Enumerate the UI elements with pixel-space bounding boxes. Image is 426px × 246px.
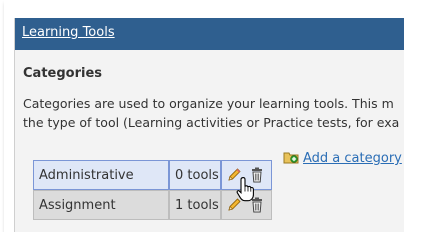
section-description: Categories are used to organize your lea…: [23, 94, 407, 132]
add-category-icon: [283, 149, 299, 168]
trash-icon[interactable]: [250, 167, 264, 183]
screenshot-frame: Learning Tools Categories Categories are…: [4, 0, 407, 234]
torn-edge-bottom: [0, 232, 426, 246]
pencil-icon[interactable]: [226, 167, 242, 183]
learning-tools-panel: Learning Tools Categories Categories are…: [14, 18, 407, 234]
categories-table: Administrative 0 tools Assignment 1 tool…: [33, 160, 272, 220]
category-actions: [221, 190, 272, 220]
category-name: Assignment: [33, 190, 169, 220]
description-line-1: Categories are used to organize your lea…: [23, 96, 394, 111]
torn-edge-right: [404, 0, 426, 246]
trash-icon[interactable]: [250, 197, 264, 213]
category-name: Administrative: [33, 160, 169, 190]
add-category-button[interactable]: Add a category: [283, 149, 402, 168]
description-line-2: the type of tool (Learning activities or…: [23, 115, 400, 130]
section-title: Categories: [23, 66, 103, 81]
learning-tools-link[interactable]: Learning Tools: [22, 25, 115, 40]
panel-header: Learning Tools: [15, 18, 407, 50]
add-category-label[interactable]: Add a category: [303, 151, 402, 166]
category-tool-count: 0 tools: [169, 160, 221, 190]
pencil-icon[interactable]: [226, 197, 242, 213]
table-row[interactable]: Administrative 0 tools: [33, 160, 272, 190]
category-tool-count: 1 tools: [169, 190, 221, 220]
table-row[interactable]: Assignment 1 tools: [33, 190, 272, 220]
category-actions: [221, 160, 272, 190]
